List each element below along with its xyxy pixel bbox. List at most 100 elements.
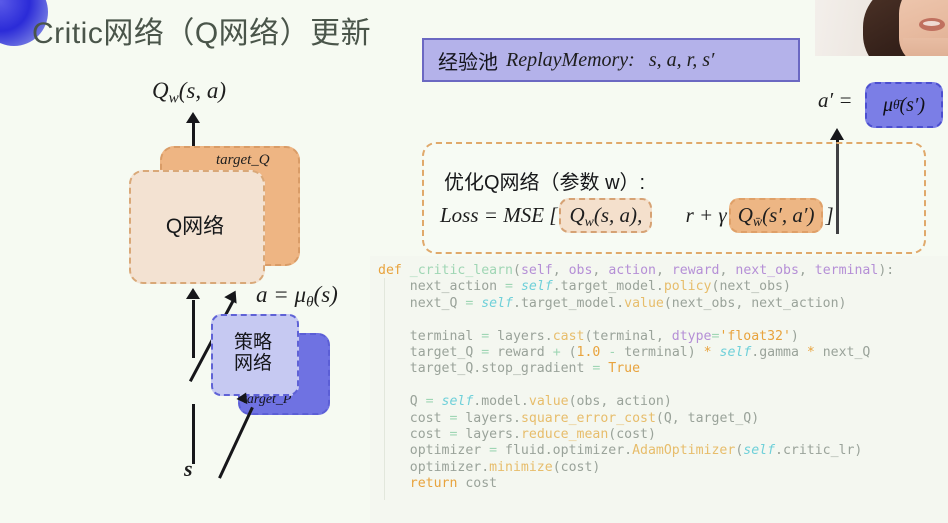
code-token: ):	[878, 263, 895, 278]
code-token: *	[703, 344, 720, 360]
loss-term1-q: Q	[569, 203, 585, 227]
next-action-lhs: a′	[818, 88, 834, 112]
arrow-state-to-qnet-shaft-lower	[192, 404, 195, 464]
policy-label-line-1: 策略	[233, 331, 272, 353]
target-policy-mu-box[interactable]: μ θ̄ (s′)	[865, 82, 943, 128]
code-indent-guide	[384, 278, 385, 500]
code-token: =	[449, 426, 466, 442]
code-token: layers.	[465, 426, 521, 442]
code-token: fluid.optimizer.	[505, 443, 633, 459]
code-token: (cost)	[608, 426, 656, 442]
code-line: next_action = self.target_model.policy(n…	[378, 279, 948, 295]
code-line: cost = layers.reduce_mean(cost)	[378, 427, 948, 443]
next-action-mu: μ	[882, 93, 894, 116]
q-value-args: (s, a)	[178, 78, 227, 103]
code-line: cost = layers.square_error_cost(Q, targe…	[378, 411, 948, 427]
loss-term2-subscript: w̄	[752, 213, 763, 229]
loss-word: Loss	[440, 203, 479, 227]
webcam-thumbnail[interactable]	[815, 0, 948, 58]
slide-canvas: Critic网络（Q网络）更新 Qw(s, a) target_Q Q网络 a …	[0, 0, 948, 523]
q-network-label: Q网络	[165, 215, 225, 238]
code-token: =	[481, 328, 498, 344]
loss-bracket-close: ]	[825, 203, 834, 227]
code-token: 1.0	[576, 344, 601, 360]
code-token: +	[552, 344, 569, 360]
next-action-equals: =	[838, 88, 853, 112]
state-input-label: s	[184, 456, 193, 481]
code-token: reward	[671, 263, 720, 278]
optimize-q-network-panel	[422, 142, 926, 254]
arrow-state-to-qnet-head	[186, 288, 200, 299]
code-line: def _critic_learn(self, obs, action, rew…	[378, 263, 948, 279]
arrow-state-to-qnet-shaft-upper	[192, 300, 195, 358]
code-token: return	[409, 476, 458, 492]
code-token: optimizer	[378, 443, 490, 459]
loss-equals: =	[483, 203, 498, 227]
code-token: obs	[568, 263, 593, 278]
code-token: self	[743, 443, 776, 459]
code-token: 'float32'	[719, 328, 791, 344]
replay-memory-tuple: s, a, r, s′	[648, 48, 715, 71]
code-token: terminal	[814, 263, 879, 278]
loss-term1-subscript: w	[584, 213, 594, 229]
replay-memory-en-label: ReplayMemory	[506, 48, 629, 71]
code-token: cast	[552, 328, 585, 344]
loss-term2-args: (s′, a′)	[762, 203, 815, 227]
code-token: self	[481, 295, 513, 311]
code-token: AdamOptimizer	[632, 443, 736, 459]
code-line: Q = self.model.value(obs, action)	[378, 394, 948, 410]
code-token: =	[449, 410, 466, 426]
webcam-chin	[903, 38, 948, 56]
target-q-label: target_Q	[216, 152, 270, 168]
code-token: (next_obs)	[711, 279, 791, 295]
arrow-qbar-to-mu-head	[830, 128, 844, 140]
code-token: value	[624, 295, 664, 311]
action-mu-args: (s)	[313, 282, 338, 307]
arrow-policy-to-qnet-head	[224, 287, 242, 304]
code-line: target_Q = reward + (1.0 - terminal) * s…	[378, 345, 948, 361]
code-token: =	[425, 394, 442, 410]
code-token: =	[592, 361, 609, 377]
loss-bracket-open: [	[549, 203, 558, 227]
code-token: layers.	[465, 410, 521, 426]
policy-label-line-2: 网络	[233, 353, 272, 374]
replay-memory-colon: :	[628, 48, 635, 71]
code-snippet[interactable]: def _critic_learn(self, obs, action, rew…	[370, 256, 948, 523]
code-token: next_obs	[735, 263, 799, 278]
code-token: (	[568, 344, 577, 360]
code-token: action	[608, 263, 656, 278]
loss-term2-q: Q	[737, 203, 753, 227]
code-token: reduce_mean	[520, 426, 609, 442]
loss-equation: Loss = MSE [Qw(s, a), r + γ Qw̄(s′, a′)]	[440, 198, 834, 233]
replay-memory-cn-label: 经验池	[438, 51, 498, 74]
code-token: (next_obs, next_action)	[663, 295, 847, 311]
action-mu: μ	[294, 282, 307, 307]
code-token: True	[608, 361, 641, 377]
code-token: self	[719, 344, 752, 360]
code-token: self	[520, 263, 553, 278]
code-line: next_Q = self.target_model.value(next_ob…	[378, 296, 948, 312]
code-token: .critic_lr)	[775, 443, 863, 459]
code-line: optimizer = fluid.optimizer.AdamOptimize…	[378, 443, 948, 459]
optimize-panel-title: 优化Q网络（参数 w）:	[444, 172, 646, 194]
code-token: ,	[592, 263, 609, 278]
next-action-mu-args: (s′)	[899, 93, 925, 116]
code-token: def	[378, 263, 410, 278]
code-token: policy	[663, 279, 712, 295]
loss-term-current-q[interactable]: Qw(s, a),	[559, 198, 653, 233]
replay-memory-banner: 经验池 ReplayMemory: s, a, r, s′	[422, 38, 800, 82]
code-token: self	[520, 279, 553, 295]
code-token: terminal)	[616, 344, 704, 360]
code-token: value	[528, 394, 569, 410]
action-equals: =	[273, 282, 289, 307]
code-token: _critic_learn	[409, 263, 513, 278]
code-token: dtype	[671, 328, 712, 344]
code-line: return cost	[378, 476, 948, 492]
next-action-equation: a′ =	[818, 88, 853, 113]
code-token: (cost)	[552, 459, 601, 475]
code-token: =	[489, 443, 506, 459]
loss-term-target-q[interactable]: Qw̄(s′, a′)	[728, 198, 824, 233]
